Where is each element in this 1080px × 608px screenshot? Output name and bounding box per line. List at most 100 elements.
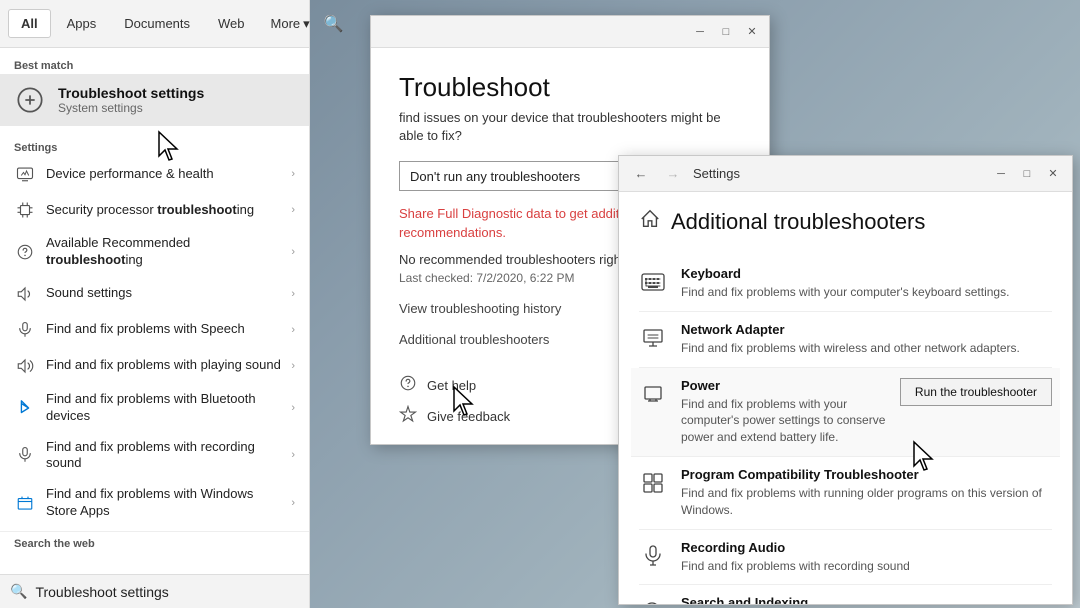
minimize-button-2[interactable]: ─ (992, 165, 1010, 183)
list-item[interactable]: Find and fix problems with Speech › (0, 312, 309, 348)
list-item[interactable]: Find and fix problems with Windows Store… (0, 479, 309, 527)
settings-item-text: Device performance & health (46, 166, 281, 183)
recording-sound-icon (14, 444, 36, 466)
start-menu-panel: All Apps Documents Web More ▾ 🔍 Best mat… (0, 0, 310, 608)
close-button[interactable]: ✕ (743, 23, 761, 41)
troubleshooter-keyboard: Keyboard Find and fix problems with your… (639, 256, 1052, 312)
best-match-text: Troubleshoot settings System settings (58, 85, 204, 115)
search-web-divider: Search the web (0, 531, 309, 552)
get-help-icon (399, 374, 417, 397)
maximize-button-2[interactable]: □ (1018, 165, 1036, 183)
troubleshoot-subtitle: find issues on your device that troubles… (399, 109, 741, 145)
troubleshooter-recording: Recording Audio Find and fix problems wi… (639, 530, 1052, 586)
playing-sound-icon (14, 355, 36, 377)
chevron-down-icon: ▾ (303, 16, 310, 32)
search-icon[interactable]: 🔍 (324, 14, 344, 34)
bluetooth-icon (14, 397, 36, 419)
get-help-label: Get help (427, 378, 476, 393)
settings-item-text: Available Recommended troubleshooting (46, 235, 281, 269)
search-bar: 🔍 (0, 574, 309, 608)
home-icon (639, 208, 661, 236)
additional-title: Additional troubleshooters (671, 209, 925, 235)
settings-item-text: Sound settings (46, 285, 281, 302)
list-item[interactable]: Available Recommended troubleshooting › (0, 228, 309, 276)
arrow-icon: › (291, 360, 295, 372)
compat-body: Program Compatibility Troubleshooter Fin… (681, 467, 1052, 519)
settings-item-text: Security processor troubleshooting (46, 202, 281, 219)
power-desc: Find and fix problems with your computer… (681, 396, 886, 446)
settings-item-text: Find and fix problems with playing sound (46, 357, 281, 374)
arrow-icon: › (291, 204, 295, 216)
list-item[interactable]: Device performance & health › (0, 156, 309, 192)
troubleshoot-settings-icon (14, 84, 46, 116)
tab-more[interactable]: More ▾ (261, 10, 320, 38)
arrow-icon: › (291, 288, 295, 300)
compat-icon (639, 469, 667, 497)
forward-button[interactable]: → (661, 162, 685, 186)
recording-body: Recording Audio Find and fix problems wi… (681, 540, 1052, 575)
additional-header: Additional troubleshooters (639, 208, 1052, 236)
recommended-troubleshoot-icon (14, 241, 36, 263)
network-icon (639, 324, 667, 352)
keyboard-desc: Find and fix problems with your computer… (681, 284, 1052, 301)
settings-item-text: Find and fix problems with Bluetooth dev… (46, 391, 281, 425)
back-button[interactable]: ← (629, 162, 653, 186)
compat-title: Program Compatibility Troubleshooter (681, 467, 1052, 482)
network-desc: Find and fix problems with wireless and … (681, 340, 1052, 357)
window-titlebar: ─ □ ✕ (371, 16, 769, 48)
close-button-2[interactable]: ✕ (1044, 165, 1062, 183)
dropdown-value: Don't run any troubleshooters (410, 169, 580, 184)
best-match-subtitle: System settings (58, 101, 204, 115)
troubleshooter-compat: Program Compatibility Troubleshooter Fin… (639, 457, 1052, 530)
arrow-icon: › (291, 246, 295, 258)
search-indexing-icon (639, 597, 667, 604)
tab-documents[interactable]: Documents (112, 10, 202, 37)
search-input[interactable] (35, 584, 299, 600)
recording-desc: Find and fix problems with recording sou… (681, 558, 1052, 575)
best-match-title: Troubleshoot settings (58, 85, 204, 101)
list-item[interactable]: Find and fix problems with recording sou… (0, 432, 309, 480)
additional-titlebar: ← → Settings ─ □ ✕ (619, 156, 1072, 192)
keyboard-title: Keyboard (681, 266, 1052, 281)
arrow-icon: › (291, 402, 295, 414)
give-feedback-label: Give feedback (427, 409, 510, 424)
settings-item-text: Find and fix problems with recording sou… (46, 439, 281, 473)
search-bar-icon: 🔍 (10, 583, 27, 600)
arrow-icon: › (291, 168, 295, 180)
tab-all[interactable]: All (8, 9, 51, 38)
settings-item-text: Find and fix problems with Speech (46, 321, 281, 338)
network-title: Network Adapter (681, 322, 1052, 337)
tab-web[interactable]: Web (206, 10, 257, 37)
list-item[interactable]: Find and fix problems with Bluetooth dev… (0, 384, 309, 432)
settings-list: Settings Device performance & health › S… (0, 134, 309, 574)
tab-apps[interactable]: Apps (55, 10, 109, 37)
best-match-label: Best match (0, 56, 309, 74)
keyboard-body: Keyboard Find and fix problems with your… (681, 266, 1052, 301)
run-troubleshooter-button[interactable]: Run the troubleshooter (900, 378, 1052, 406)
search-indexing-title: Search and Indexing (681, 595, 1052, 604)
recording-icon (639, 542, 667, 570)
troubleshooter-network: Network Adapter Find and fix problems wi… (639, 312, 1052, 368)
settings-section-label: Settings (0, 138, 309, 156)
store-apps-icon (14, 492, 36, 514)
speech-icon (14, 319, 36, 341)
power-icon (639, 380, 667, 408)
power-body: Power Find and fix problems with your co… (681, 378, 886, 446)
security-processor-icon (14, 199, 36, 221)
maximize-button[interactable]: □ (717, 23, 735, 41)
power-action: Run the troubleshooter (900, 378, 1052, 406)
arrow-icon: › (291, 497, 295, 509)
list-item[interactable]: Find and fix problems with playing sound… (0, 348, 309, 384)
settings-label: Settings (693, 166, 984, 181)
additional-window-content: Additional troubleshooters Keyboard Find… (619, 192, 1072, 604)
troubleshooter-search: Search and Indexing (639, 585, 1052, 604)
list-item[interactable]: Sound settings › (0, 276, 309, 312)
power-title: Power (681, 378, 886, 393)
search-tabs-bar: All Apps Documents Web More ▾ 🔍 (0, 0, 309, 48)
sound-settings-icon (14, 283, 36, 305)
minimize-button[interactable]: ─ (691, 23, 709, 41)
device-health-icon (14, 163, 36, 185)
list-item[interactable]: Security processor troubleshooting › (0, 192, 309, 228)
best-match-item[interactable]: Troubleshoot settings System settings (0, 74, 309, 126)
additional-troubleshooters-window: ← → Settings ─ □ ✕ Additional troublesho… (618, 155, 1073, 605)
